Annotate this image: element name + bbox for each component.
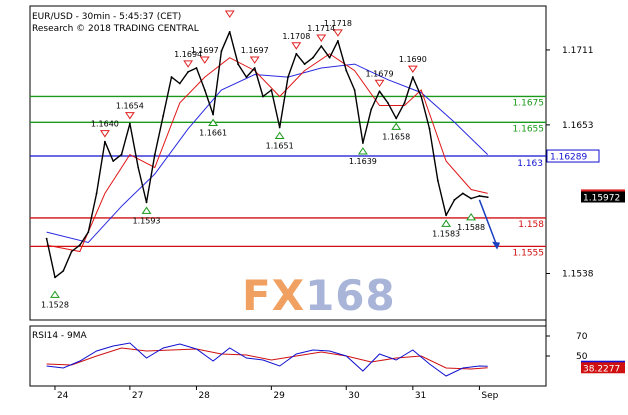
level-label-support-158: 1.158 [518,220,544,230]
price-point [195,67,198,69]
price-point [312,56,314,59]
price-point [395,117,398,120]
price-point [45,237,48,240]
chart-copyright: Research © 2018 TRADING CENTRAL [32,24,199,34]
price-point [145,201,148,204]
level-label-resistance-1675: 1.1675 [513,98,545,108]
last-price-tag: 1.15972 [583,193,620,203]
pivot-low-label: 1.1528 [41,300,69,309]
price-point [128,122,131,125]
price-point [95,192,98,195]
x-tick-label: Sep [481,391,498,401]
rsi-tick-label: 50 [576,352,588,362]
pivot-low-label: 1.1661 [199,129,227,138]
price-point [320,45,323,47]
price-point [104,140,106,143]
price-point [220,50,223,53]
level-line-label-pivot-16289: 1.163 [517,159,543,169]
price-point [478,195,481,197]
price-point [428,127,431,130]
pivot-high-label: 1.1640 [91,120,119,129]
price-point [278,126,281,129]
x-tick-label: 29 [273,391,285,401]
pivot-high-label: 1.1654 [116,102,144,111]
rsi-tick-label: 70 [576,332,588,342]
price-point [295,52,298,55]
price-point [112,160,115,162]
price-point [453,198,456,201]
level-label-resistance-1655: 1.1655 [513,124,545,134]
level-label-support-1555: 1.1555 [513,248,545,258]
price-point [70,250,73,253]
price-point [253,67,256,69]
price-point [87,231,90,234]
price-point [228,30,231,33]
price-point [178,82,181,85]
price-point [470,197,472,200]
price-tick-label: 1.1711 [562,46,594,56]
eurusd-chart: EUR/USD - 30min - 5:45:37 (CET) Research… [0,0,628,415]
pivot-low-label: 1.1639 [349,157,377,166]
chart-title: EUR/USD - 30min - 5:45:37 (CET) [32,12,181,22]
price-tick-label: 1.1653 [562,121,594,131]
price-point [137,166,140,169]
x-tick-label: 28 [198,391,210,401]
price-point [54,276,56,279]
price-point [353,89,356,91]
price-point [245,76,248,78]
pivot-high-label: 1.1679 [366,69,394,78]
pivot-low-label: 1.1658 [382,132,410,141]
price-point [79,244,81,246]
rsi-ma-tag: 38.2277 [583,364,620,374]
pivot-high-label: 1.1697 [191,46,219,55]
x-tick-label: 30 [348,391,360,401]
price-point [411,76,414,78]
price-point [445,214,448,217]
price-point [212,113,214,116]
price-point [237,63,239,66]
price-point [337,39,339,42]
price-point [170,76,173,78]
price-point [345,69,348,72]
price-point [262,95,264,98]
pivot-high-label: 1.1690 [399,55,427,64]
pivot-high-label: 1.1718 [324,19,352,28]
price-point [162,114,165,117]
price-point [287,76,289,78]
pivot-high-label: 1.1697 [241,46,269,55]
price-point [378,90,381,93]
price-point [187,71,190,73]
price-point [386,102,389,104]
pivot-high-label: 1.1708 [282,32,310,41]
price-point [403,102,406,104]
price-point [420,95,423,98]
pivot-low-label: 1.1583 [432,229,460,238]
pivot-low-label: 1.1593 [133,216,161,225]
price-point [120,153,123,156]
price-point [461,192,464,195]
price-point [270,89,273,91]
level-tag-pivot-16289: 1.16289 [550,153,587,163]
watermark-number: 168 [305,271,396,320]
rsi-label: RSI14 - 9MA [32,331,88,341]
price-point [203,89,206,91]
price-point [370,108,373,111]
price-point [436,179,439,182]
price-point [486,196,489,199]
x-tick-label: 24 [57,391,69,401]
price-point [328,56,331,59]
x-tick-label: 31 [415,391,426,401]
price-point [362,142,364,144]
x-tick-label: 27 [132,391,143,401]
watermark-fx: FX [242,271,305,320]
price-point [303,63,306,66]
pivot-low-label: 1.1651 [266,141,294,150]
pivot-low-label: 1.1588 [457,223,485,232]
price-point [153,153,156,156]
price-tick-label: 1.1538 [562,269,594,279]
price-point [62,269,65,272]
fx168-watermark: FX168 [242,271,396,320]
